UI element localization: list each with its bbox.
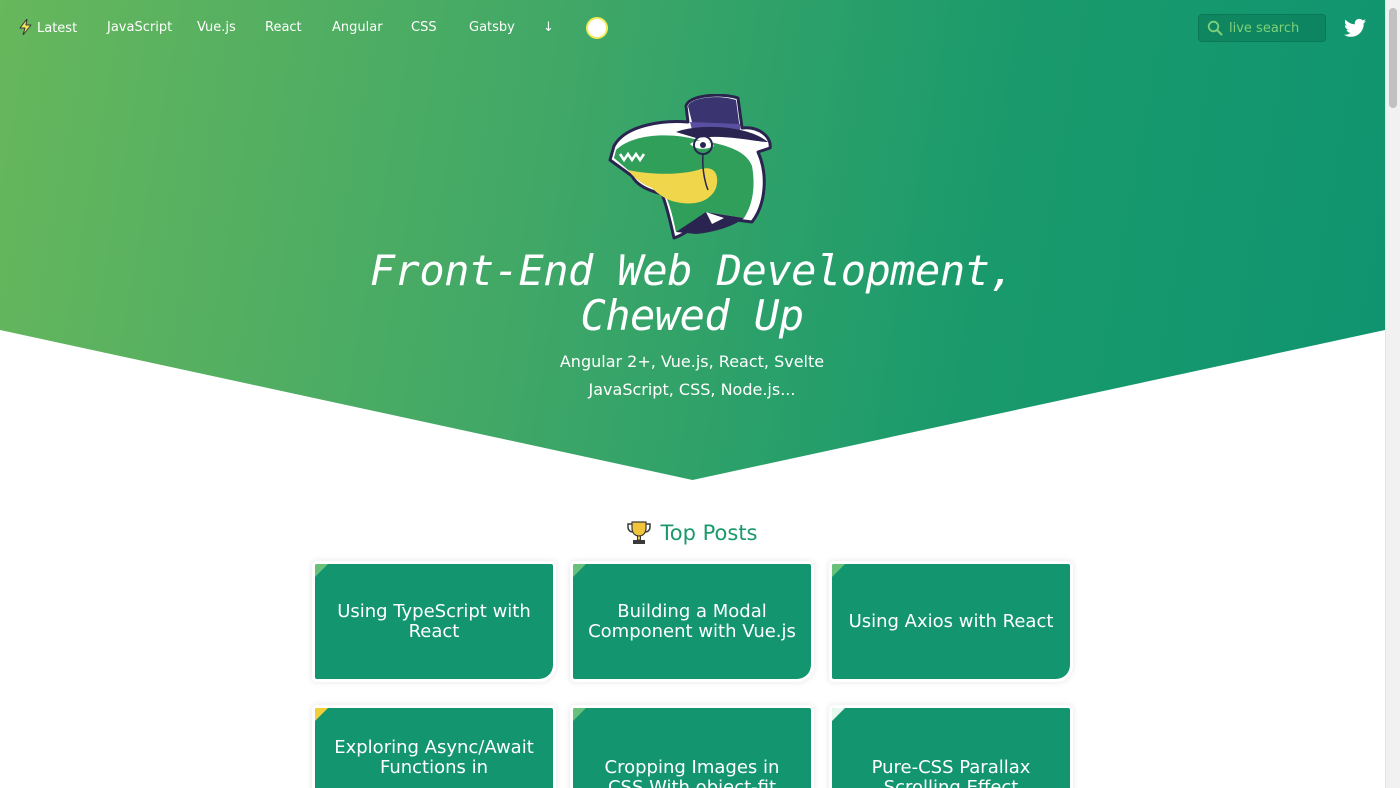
nav-item-gatsby[interactable]: Gatsby <box>469 19 515 37</box>
top-posts-title: Top Posts <box>660 521 758 545</box>
post-card[interactable]: Using TypeScript with React <box>315 564 553 679</box>
trophy-icon <box>626 521 651 544</box>
post-card-title: Pure-CSS Parallax Scrolling Effect <box>871 757 1031 788</box>
post-card[interactable]: Cropping Images in CSS With object-fit <box>573 708 811 788</box>
nav-item-vuejs[interactable]: Vue.js <box>197 19 236 37</box>
nav-item-javascript[interactable]: JavaScript <box>107 19 172 37</box>
bolt-icon <box>19 18 32 36</box>
post-card[interactable]: Exploring Async/Await Functions in <box>315 708 553 788</box>
hero-tagline-line-2: JavaScript, CSS, Node.js... <box>588 380 796 399</box>
headline-line-1: Front-End Web Development, <box>369 246 1015 295</box>
hero-background <box>0 0 1385 480</box>
nav-item-react[interactable]: React <box>265 19 302 37</box>
headline-line-2: Chewed Up <box>580 291 804 340</box>
search-input[interactable] <box>1227 19 1317 37</box>
card-corner-accent <box>573 708 586 721</box>
top-posts-heading: Top Posts <box>592 516 792 550</box>
card-corner-accent <box>315 564 328 577</box>
hero-headline: Front-End Web Development, Chewed Up <box>292 248 1092 338</box>
post-card-title: Using Axios with React <box>848 610 1054 632</box>
theme-toggle-icon[interactable] <box>586 17 608 39</box>
hero-tagline-line-1: Angular 2+, Vue.js, React, Svelte <box>559 352 825 371</box>
nav-item-label: Latest <box>37 21 78 36</box>
twitter-icon[interactable] <box>1344 18 1366 38</box>
card-corner-accent <box>573 564 586 577</box>
post-card-title: Using TypeScript with React <box>337 600 531 642</box>
card-corner-accent <box>315 708 328 721</box>
post-card[interactable]: Pure-CSS Parallax Scrolling Effect <box>832 708 1070 788</box>
post-card-title: Building a Modal Component with Vue.js <box>588 600 796 642</box>
scrollbar-thumb[interactable] <box>1389 8 1397 108</box>
nav-item-angular[interactable]: Angular <box>332 19 383 37</box>
post-card-title: Cropping Images in CSS With object-fit <box>604 757 780 788</box>
search-icon <box>1207 20 1223 36</box>
post-card[interactable]: Using Axios with React <box>832 564 1070 679</box>
post-card-title: Exploring Async/Await Functions in <box>334 737 534 778</box>
alligator-top-hat-logo <box>608 94 772 240</box>
nav-item-css[interactable]: CSS <box>411 19 437 37</box>
top-nav: Latest JavaScript Vue.js React Angular C… <box>0 0 1385 56</box>
nav-item-latest[interactable]: Latest <box>19 18 78 37</box>
search-box[interactable] <box>1198 14 1326 42</box>
nav-item-more-arrow[interactable]: ↓ <box>543 19 554 37</box>
card-corner-accent <box>832 564 845 577</box>
post-card[interactable]: Building a Modal Component with Vue.js <box>573 564 811 679</box>
vertical-scrollbar[interactable] <box>1385 0 1400 788</box>
card-corner-accent <box>832 708 845 721</box>
page: Latest JavaScript Vue.js React Angular C… <box>0 0 1385 788</box>
